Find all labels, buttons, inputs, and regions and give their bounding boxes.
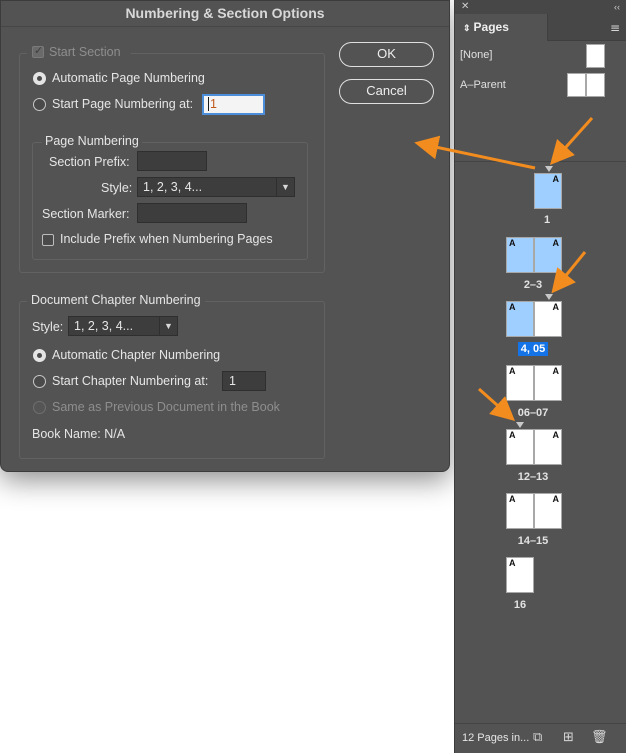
page-parent-marker: A xyxy=(509,366,516,376)
page-label-1: 1 xyxy=(543,214,551,226)
start-chapter-numbering-input[interactable]: 1 xyxy=(222,371,266,391)
cancel-button[interactable]: Cancel xyxy=(339,79,434,104)
style-value: 1, 2, 3, 4... xyxy=(143,180,203,194)
section-start-triangle xyxy=(545,294,553,300)
page-parent-marker: A xyxy=(552,238,560,248)
section-start-triangle xyxy=(516,422,524,428)
parent-a-thumb-left xyxy=(567,73,586,97)
chevron-down-icon: ▼ xyxy=(276,178,294,196)
page-label-4-05: 4, 05 xyxy=(493,342,573,356)
page-parent-marker: A xyxy=(552,430,560,440)
chapter-style-value: 1, 2, 3, 4... xyxy=(74,319,134,333)
chevron-down-icon: ▼ xyxy=(159,317,177,335)
page-thumb-6[interactable]: A xyxy=(506,365,534,401)
include-prefix-checkbox[interactable] xyxy=(42,234,54,246)
tab-pages[interactable]: ⇕ Pages xyxy=(455,14,548,41)
page-count-status: 12 Pages in... xyxy=(462,732,530,744)
page-thumb-3[interactable]: A xyxy=(534,237,562,273)
section-prefix-input[interactable] xyxy=(137,151,207,171)
page-thumb-2[interactable]: A xyxy=(506,237,534,273)
start-page-numbering-label: Start Page Numbering at: xyxy=(52,97,194,111)
page-label-06-07: 06–07 xyxy=(517,407,549,419)
page-thumb-15[interactable]: A xyxy=(534,493,562,529)
panel-menu-icon[interactable]: ≡ xyxy=(610,21,620,35)
same-as-previous-label: Same as Previous Document in the Book xyxy=(52,400,280,414)
page-thumb-14[interactable]: A xyxy=(506,493,534,529)
tab-pages-label: Pages xyxy=(473,20,509,34)
new-page-icon[interactable]: ⊞ xyxy=(563,730,574,745)
page-thumb-13[interactable]: A xyxy=(534,429,562,465)
auto-chapter-numbering-radio[interactable] xyxy=(33,349,46,362)
section-marker-label: Section Marker: xyxy=(42,207,130,221)
parent-none-label: [None] xyxy=(460,49,493,61)
include-prefix-label: Include Prefix when Numbering Pages xyxy=(60,232,273,246)
page-label-14-15: 14–15 xyxy=(517,535,549,547)
page-parent-marker: A xyxy=(552,494,560,504)
panel-titlebar: ✕ ‹‹ xyxy=(455,0,626,14)
collapse-icon[interactable]: ‹‹ xyxy=(614,0,620,14)
page-parent-marker: A xyxy=(552,302,560,312)
ok-button[interactable]: OK xyxy=(339,42,434,67)
numbering-section-options-dialog: Numbering & Section Options Start Sectio… xyxy=(0,0,450,472)
start-page-numbering-radio[interactable] xyxy=(33,98,46,111)
page-parent-marker: A xyxy=(552,366,560,376)
auto-chapter-numbering-label: Automatic Chapter Numbering xyxy=(52,348,221,362)
parent-a-label: A–Parent xyxy=(460,79,506,91)
style-select[interactable]: 1, 2, 3, 4... ▼ xyxy=(137,177,295,197)
section-prefix-label: Section Prefix: xyxy=(49,155,130,169)
panel-divider xyxy=(455,161,626,162)
chapter-style-label: Style: xyxy=(32,320,64,334)
chapter-style-select[interactable]: 1, 2, 3, 4... ▼ xyxy=(68,316,178,336)
page-thumb-16[interactable]: A xyxy=(506,557,534,593)
page-numbering-group-label: Page Numbering xyxy=(42,134,142,148)
tab-arrows-icon: ⇕ xyxy=(463,23,471,33)
parent-a[interactable]: A–Parent xyxy=(455,73,626,101)
close-icon[interactable]: ✕ xyxy=(461,0,469,14)
edit-page-size-icon[interactable]: ⧉ xyxy=(533,730,542,745)
page-parent-marker: A xyxy=(509,430,516,440)
start-section-checkbox[interactable] xyxy=(32,44,44,58)
delete-page-icon[interactable]: 🗑 xyxy=(591,730,608,745)
page-parent-marker: A xyxy=(509,558,516,568)
parent-none[interactable]: [None] xyxy=(455,44,626,72)
start-page-numbering-input[interactable]: 1 xyxy=(202,94,265,115)
style-label: Style: xyxy=(101,181,133,195)
chapter-numbering-group-label: Document Chapter Numbering xyxy=(27,293,205,307)
page-thumb-4[interactable]: A xyxy=(506,301,534,337)
parent-a-thumb-right xyxy=(586,73,605,97)
page-label-16: 16 xyxy=(513,599,527,611)
section-start-triangle xyxy=(545,166,553,172)
page-label-12-13: 12–13 xyxy=(517,471,549,483)
parent-none-thumb xyxy=(586,44,605,68)
pages-panel: ✕ ‹‹ ⇕ Pages ≡ [None] A–Parent A 1 A A 2… xyxy=(454,0,626,753)
page-thumb-5[interactable]: A xyxy=(534,301,562,337)
panel-footer: 12 Pages in... ⧉ ⊞ 🗑 xyxy=(455,723,626,753)
section-marker-input[interactable] xyxy=(137,203,247,223)
page-label-4-05-text: 4, 05 xyxy=(517,342,549,356)
dialog-title: Numbering & Section Options xyxy=(1,1,449,27)
start-chapter-numbering-label: Start Chapter Numbering at: xyxy=(52,374,209,388)
start-page-numbering-value: 1 xyxy=(208,97,217,111)
auto-page-numbering-label: Automatic Page Numbering xyxy=(52,71,205,85)
page-parent-marker: A xyxy=(509,238,516,248)
page-parent-marker: A xyxy=(509,302,516,312)
page-label-2-3: 2–3 xyxy=(523,279,543,291)
page-thumb-1[interactable]: A xyxy=(534,173,562,209)
page-thumb-7[interactable]: A xyxy=(534,365,562,401)
start-chapter-numbering-radio[interactable] xyxy=(33,375,46,388)
same-as-previous-radio[interactable] xyxy=(33,401,46,414)
page-thumb-12[interactable]: A xyxy=(506,429,534,465)
book-name-label: Book Name: N/A xyxy=(32,427,126,441)
start-section-label: Start Section xyxy=(49,45,121,59)
page-parent-marker: A xyxy=(552,174,560,184)
auto-page-numbering-radio[interactable] xyxy=(33,72,46,85)
page-parent-marker: A xyxy=(509,494,516,504)
